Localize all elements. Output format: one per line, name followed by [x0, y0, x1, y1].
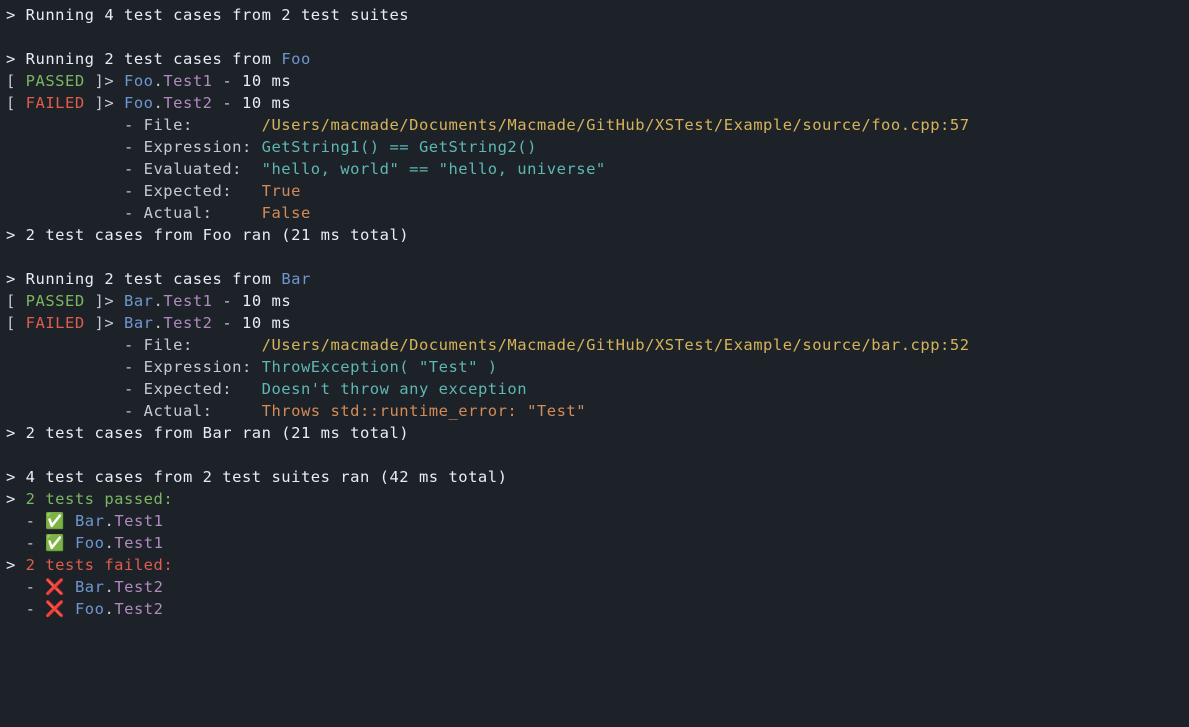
summary-failed-line: > 2 tests failed: [6, 556, 173, 574]
detail-expected: - Expected: True [6, 182, 301, 200]
suite-running-line: > Running 2 test cases from Bar [6, 270, 311, 288]
summary-failed-item: - ❌ Foo.Test2 [6, 600, 163, 618]
detail-expression: - Expression: GetString1() == GetString2… [6, 138, 537, 156]
cross-icon: ❌ [45, 578, 75, 596]
test-result-line: [ FAILED ]> Bar.Test2 - 10 ms [6, 314, 291, 332]
check-icon: ✅ [45, 512, 75, 530]
status-passed: PASSED [26, 72, 85, 90]
suite-running-line: > Running 2 test cases from Foo [6, 50, 311, 68]
suite-ran-line: > 2 test cases from Bar ran (21 ms total… [6, 424, 409, 442]
detail-file: - File: /Users/macmade/Documents/Macmade… [6, 116, 970, 134]
suite-ran-line: > 2 test cases from Foo ran (21 ms total… [6, 226, 409, 244]
detail-expression: - Expression: ThrowException( "Test" ) [6, 358, 498, 376]
detail-expected: - Expected: Doesn't throw any exception [6, 380, 527, 398]
test-result-line: [ FAILED ]> Foo.Test2 - 10 ms [6, 94, 291, 112]
test-result-line: [ PASSED ]> Bar.Test1 - 10 ms [6, 292, 291, 310]
detail-file: - File: /Users/macmade/Documents/Macmade… [6, 336, 970, 354]
status-passed: PASSED [26, 292, 85, 310]
terminal-output: > Running 4 test cases from 2 test suite… [0, 0, 1189, 624]
status-failed: FAILED [26, 94, 85, 112]
detail-actual: - Actual: False [6, 204, 311, 222]
summary-passed-line: > 2 tests passed: [6, 490, 173, 508]
detail-actual: - Actual: Throws std::runtime_error: "Te… [6, 402, 586, 420]
cross-icon: ❌ [45, 600, 75, 618]
check-icon: ✅ [45, 534, 75, 552]
detail-evaluated: - Evaluated: "hello, world" == "hello, u… [6, 160, 606, 178]
summary-failed-item: - ❌ Bar.Test2 [6, 578, 163, 596]
summary-passed-item: - ✅ Foo.Test1 [6, 534, 163, 552]
status-failed: FAILED [26, 314, 85, 332]
summary-total-line: > 4 test cases from 2 test suites ran (4… [6, 468, 507, 486]
test-result-line: [ PASSED ]> Foo.Test1 - 10 ms [6, 72, 291, 90]
summary-passed-item: - ✅ Bar.Test1 [6, 512, 163, 530]
header-line: > Running 4 test cases from 2 test suite… [6, 6, 409, 24]
